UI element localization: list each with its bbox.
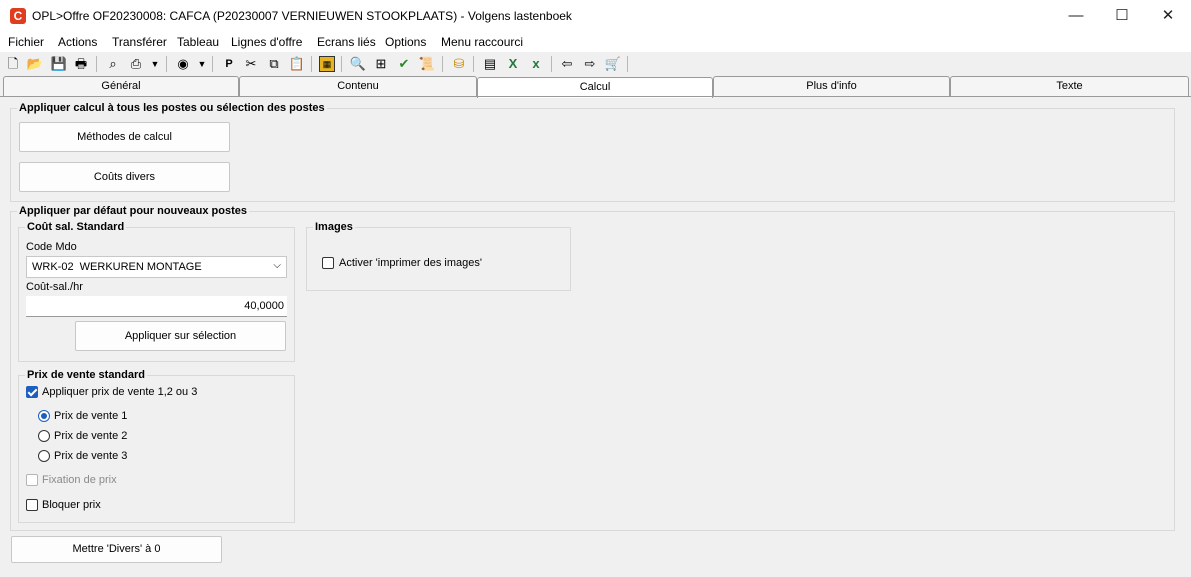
- misc-costs-button[interactable]: Coûts divers: [19, 162, 230, 192]
- apply-selection-button[interactable]: Appliquer sur sélection: [75, 321, 286, 351]
- toolbar-separator: [311, 56, 312, 72]
- check-doc-icon[interactable]: ✔: [395, 55, 413, 73]
- globe-icon[interactable]: ◉: [174, 55, 192, 73]
- toolbar-separator: [551, 56, 552, 72]
- menu-transferer[interactable]: Transférer: [112, 35, 167, 49]
- tree-icon[interactable]: ⊞: [372, 55, 390, 73]
- menu-lignes-offre[interactable]: Lignes d'offre: [231, 35, 302, 49]
- tab-calcul[interactable]: Calcul: [477, 77, 713, 98]
- print-preview-icon[interactable]: 🖶: [72, 55, 90, 73]
- dropdown-arrow-icon[interactable]: ▼: [193, 55, 211, 73]
- tab-plus-info[interactable]: Plus d'info: [713, 76, 950, 96]
- close-button[interactable]: ✕: [1145, 0, 1191, 32]
- tab-divider: [0, 96, 1191, 97]
- paste-icon[interactable]: 📋: [288, 55, 306, 73]
- toolbar-separator: [442, 56, 443, 72]
- print-images-checkbox[interactable]: [322, 257, 334, 269]
- calculator-icon[interactable]: ▦: [319, 56, 335, 72]
- cart-icon[interactable]: 🛒: [604, 55, 622, 73]
- calc-all-title: Appliquer calcul à tous les postes ou sé…: [17, 102, 327, 114]
- reset-misc-button[interactable]: Mettre 'Divers' à 0: [11, 536, 222, 563]
- bucket-icon[interactable]: ⛁: [450, 55, 468, 73]
- copy-icon[interactable]: ⧉: [265, 55, 283, 73]
- price-1-radio[interactable]: [38, 410, 50, 422]
- new-doc-icon[interactable]: 🗋: [4, 55, 22, 73]
- rate-label: Coût-sal./hr: [26, 281, 83, 293]
- calc-methods-button[interactable]: Méthodes de calcul: [19, 122, 230, 152]
- arrow-left-icon[interactable]: ⇦: [558, 55, 576, 73]
- menu-ecrans-lies[interactable]: Ecrans liés: [317, 35, 376, 49]
- toolbar-separator: [341, 56, 342, 72]
- tab-texte[interactable]: Texte: [950, 76, 1189, 96]
- p-icon[interactable]: P: [220, 55, 238, 73]
- stack-icon[interactable]: ▤: [481, 55, 499, 73]
- apply-price-checkbox[interactable]: [26, 386, 38, 398]
- price-1-label: Prix de vente 1: [54, 410, 128, 422]
- code-mdo-select[interactable]: WRK-02 WERKUREN MONTAGE ⌵: [26, 256, 287, 278]
- rate-value: 40,0000: [244, 300, 284, 312]
- save-icon[interactable]: 💾: [50, 55, 68, 73]
- arrow-right-icon[interactable]: ⇨: [581, 55, 599, 73]
- price-fix-checkbox[interactable]: [26, 474, 38, 486]
- menu-options[interactable]: Options: [385, 35, 426, 49]
- price-3-label: Prix de vente 3: [54, 450, 128, 462]
- price-fix-label: Fixation de prix: [42, 474, 117, 486]
- menu-fichier[interactable]: Fichier: [8, 35, 44, 49]
- toolbar-separator: [166, 56, 167, 72]
- cut-icon[interactable]: ✂: [242, 55, 260, 73]
- scroll-icon[interactable]: 📜: [418, 55, 436, 73]
- title-bar: C OPL>Offre OF20230008: CAFCA (P20230007…: [0, 0, 1191, 33]
- images-title: Images: [313, 221, 355, 233]
- block-price-label: Bloquer prix: [42, 499, 101, 511]
- menu-tableau[interactable]: Tableau: [177, 35, 219, 49]
- price-title: Prix de vente standard: [25, 369, 147, 381]
- toolbar-separator: [473, 56, 474, 72]
- code-mdo-label: Code Mdo: [26, 241, 77, 253]
- window-title: OPL>Offre OF20230008: CAFCA (P20230007 V…: [32, 9, 572, 23]
- price-2-label: Prix de vente 2: [54, 430, 128, 442]
- price-2-radio[interactable]: [38, 430, 50, 442]
- toolbar-separator: [212, 56, 213, 72]
- chevron-down-icon: ⌵: [273, 260, 281, 271]
- menu-bar: Fichier Actions Transférer Tableau Ligne…: [0, 32, 1191, 52]
- code-mdo-value: WRK-02 WERKUREN MONTAGE: [32, 261, 202, 273]
- block-price-checkbox[interactable]: [26, 499, 38, 511]
- labor-title: Coût sal. Standard: [25, 221, 127, 233]
- default-title: Appliquer par défaut pour nouveaux poste…: [17, 205, 249, 217]
- menu-actions[interactable]: Actions: [58, 35, 97, 49]
- rate-input[interactable]: 40,0000: [26, 296, 287, 317]
- dropdown-arrow-icon[interactable]: ▼: [146, 55, 164, 73]
- tab-contenu[interactable]: Contenu: [239, 76, 477, 96]
- open-folder-icon[interactable]: 📂: [26, 55, 44, 73]
- apply-price-label: Appliquer prix de vente 1,2 ou 3: [42, 386, 198, 398]
- binoculars-icon[interactable]: ⌕: [104, 55, 122, 73]
- print-images-label: Activer 'imprimer des images': [339, 257, 482, 269]
- magnifier-icon[interactable]: 🔍: [349, 55, 367, 73]
- toolbar-separator: [627, 56, 628, 72]
- maximize-button[interactable]: ☐: [1099, 0, 1145, 32]
- price-3-radio[interactable]: [38, 450, 50, 462]
- app-logo-icon: C: [10, 8, 26, 24]
- excel-x-icon[interactable]: x: [527, 55, 545, 73]
- menu-raccourci[interactable]: Menu raccourci: [441, 35, 523, 49]
- minimize-button[interactable]: —: [1053, 0, 1099, 32]
- excel-icon[interactable]: X: [504, 55, 522, 73]
- tab-general[interactable]: Général: [3, 76, 239, 96]
- printer-icon[interactable]: ⎙: [127, 55, 145, 73]
- toolbar: 🗋 📂 💾 🖶 ⌕ ⎙ ▼ ◉ ▼ P ✂ ⧉ 📋 ▦ 🔍 ⊞ ✔ 📜 ⛁ ▤ …: [0, 52, 1191, 76]
- toolbar-separator: [96, 56, 97, 72]
